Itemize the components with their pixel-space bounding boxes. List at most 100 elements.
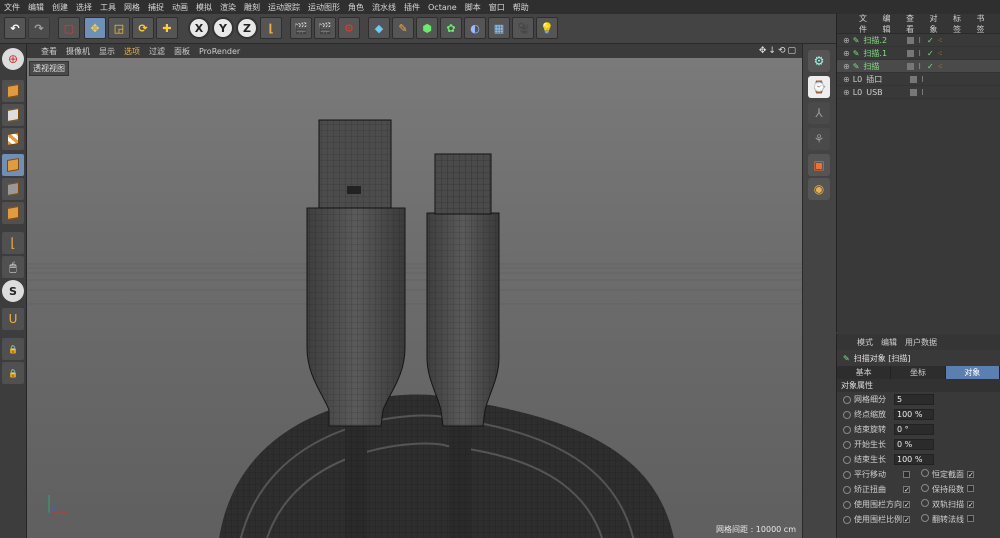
attribute-value-field[interactable]: 0 % bbox=[894, 439, 934, 450]
viewport-menu-item-5[interactable]: 面板 bbox=[174, 46, 190, 57]
polygons-mode-button[interactable] bbox=[2, 202, 24, 224]
subdivision-button[interactable]: ⬢ bbox=[416, 17, 438, 39]
attribute-value-field[interactable]: 0 ° bbox=[894, 424, 934, 435]
menu-item-8[interactable]: 模拟 bbox=[196, 2, 212, 13]
attribute-value-field[interactable]: 100 % bbox=[894, 409, 934, 420]
perspective-viewport[interactable]: 查看 摄像机 显示 选项 过滤 面板 ProRender ✥↓⟲▢ 透视视图 网… bbox=[27, 44, 802, 538]
visibility-toggle[interactable] bbox=[907, 49, 915, 57]
attribute-checkbox[interactable] bbox=[903, 471, 910, 478]
animate-radio[interactable] bbox=[843, 395, 851, 404]
tweak-mode-button[interactable]: 🖱 bbox=[2, 256, 24, 278]
pen-spline-button[interactable]: ✎ bbox=[392, 17, 414, 39]
workplane-button[interactable] bbox=[2, 128, 24, 150]
attribute-checkbox[interactable]: ✓ bbox=[967, 471, 974, 479]
menu-item-6[interactable]: 捕捉 bbox=[148, 2, 164, 13]
attribute-checkbox[interactable]: ✓ bbox=[903, 486, 910, 494]
menu-item-14[interactable]: 流水线 bbox=[372, 2, 396, 13]
z-axis-button[interactable]: Z bbox=[236, 17, 258, 39]
layer-dots-icon[interactable]: ⁝ bbox=[918, 49, 921, 58]
object-tab-1[interactable]: 编辑 bbox=[883, 13, 899, 35]
attribute-checkbox[interactable]: ✓ bbox=[903, 501, 910, 509]
axis-mode-button[interactable]: ⌊ bbox=[2, 232, 24, 254]
expand-icon[interactable]: ⊕ bbox=[843, 62, 850, 71]
3d-scene[interactable] bbox=[27, 58, 802, 538]
enabled-check-icon[interactable]: ✓ bbox=[927, 36, 934, 45]
attribute-value-field[interactable]: 100 % bbox=[894, 454, 934, 465]
menu-item-11[interactable]: 运动跟踪 bbox=[268, 2, 300, 13]
animate-radio[interactable] bbox=[921, 484, 929, 492]
magnet-button[interactable]: U bbox=[2, 308, 24, 330]
object-tab-5[interactable]: 书签 bbox=[977, 13, 993, 35]
move-tool-button[interactable]: ✥ bbox=[84, 17, 106, 39]
object-name[interactable]: 扫描.2 bbox=[863, 35, 899, 46]
object-row[interactable]: ⊕ L0 USB ⁝ bbox=[837, 86, 1000, 99]
tag-icon[interactable]: ⁖ bbox=[938, 36, 943, 45]
layer-dots-icon[interactable]: ⁝ bbox=[918, 36, 921, 45]
expand-icon[interactable]: ⊕ bbox=[843, 88, 850, 97]
visibility-toggle[interactable] bbox=[907, 62, 915, 70]
layer-dots-icon[interactable]: ⁝ bbox=[918, 62, 921, 71]
attribute-tab-0[interactable]: 模式 bbox=[857, 337, 873, 348]
y-axis-button[interactable]: Y bbox=[212, 17, 234, 39]
viewport-nav-controls[interactable]: ✥↓⟲▢ bbox=[759, 46, 798, 56]
expand-icon[interactable]: ⊕ bbox=[843, 75, 850, 84]
animate-radio[interactable] bbox=[843, 440, 851, 449]
snap-button[interactable]: S bbox=[2, 280, 24, 302]
render-region-icon[interactable]: ⚙ bbox=[808, 50, 830, 72]
menu-item-2[interactable]: 创建 bbox=[52, 2, 68, 13]
menu-item-16[interactable]: Octane bbox=[428, 3, 457, 12]
enabled-check-icon[interactable]: ✓ bbox=[927, 62, 934, 71]
live-select-button[interactable]: ✚ bbox=[156, 17, 178, 39]
attribute-value-field[interactable]: 5 bbox=[894, 394, 934, 405]
sculpt-icon[interactable]: ⅄ bbox=[808, 102, 830, 124]
menu-item-3[interactable]: 选择 bbox=[76, 2, 92, 13]
render-picture-viewer-button[interactable]: 🎬 bbox=[314, 17, 336, 39]
object-row[interactable]: ⊕ ✎ 扫描.1 ⁝ ✓ ⁖ bbox=[837, 47, 1000, 60]
model-mode-button[interactable] bbox=[2, 80, 24, 102]
attribute-checkbox[interactable]: ✓ bbox=[967, 501, 974, 509]
visibility-toggle[interactable] bbox=[910, 88, 918, 96]
object-name[interactable]: 扫描 bbox=[863, 61, 899, 72]
animate-radio[interactable] bbox=[843, 455, 851, 464]
menu-item-18[interactable]: 窗口 bbox=[489, 2, 505, 13]
animate-radio[interactable] bbox=[843, 500, 851, 509]
animate-radio[interactable] bbox=[843, 485, 851, 494]
light-button[interactable]: 💡 bbox=[536, 17, 558, 39]
animate-radio[interactable] bbox=[843, 470, 851, 479]
attribute-tab-2[interactable]: 用户数据 bbox=[905, 337, 937, 348]
attribute-checkbox[interactable] bbox=[967, 485, 974, 492]
menu-item-17[interactable]: 脚本 bbox=[465, 2, 481, 13]
texture-mode-button[interactable] bbox=[2, 104, 24, 126]
timeline-icon[interactable]: ⌚ bbox=[808, 76, 830, 98]
viewport-menu-item-3[interactable]: 选项 bbox=[124, 46, 140, 57]
animate-radio[interactable] bbox=[843, 425, 851, 434]
animate-radio[interactable] bbox=[921, 514, 929, 522]
render-settings-button[interactable]: ⚙ bbox=[338, 17, 360, 39]
object-row[interactable]: ⊕ L0 插口 ⁝ bbox=[837, 73, 1000, 86]
cube-object-button[interactable]: ◆ bbox=[368, 17, 390, 39]
visibility-toggle[interactable] bbox=[907, 36, 915, 44]
content-browser-icon[interactable]: ▣ bbox=[808, 154, 830, 176]
visibility-toggle[interactable] bbox=[910, 75, 918, 83]
menu-item-0[interactable]: 文件 bbox=[4, 2, 20, 13]
attribute-checkbox[interactable]: ✓ bbox=[903, 516, 910, 524]
object-tab-3[interactable]: 对象 bbox=[930, 13, 946, 35]
bodypaint-icon[interactable]: ⚘ bbox=[808, 128, 830, 150]
x-axis-button[interactable]: X bbox=[188, 17, 210, 39]
animate-radio[interactable] bbox=[921, 469, 929, 477]
viewport-menu-item-1[interactable]: 摄像机 bbox=[66, 46, 90, 57]
object-tab-2[interactable]: 查看 bbox=[906, 13, 922, 35]
lock-workplane-button[interactable]: 🔒 bbox=[2, 338, 24, 360]
viewport-menu-item-4[interactable]: 过滤 bbox=[149, 46, 165, 57]
attribute-checkbox[interactable] bbox=[967, 515, 974, 522]
menu-item-4[interactable]: 工具 bbox=[100, 2, 116, 13]
scale-tool-button[interactable]: ◲ bbox=[108, 17, 130, 39]
cloner-button[interactable]: ✿ bbox=[440, 17, 462, 39]
expand-icon[interactable]: ⊕ bbox=[843, 49, 850, 58]
object-name[interactable]: USB bbox=[866, 88, 902, 97]
animate-radio[interactable] bbox=[921, 499, 929, 507]
menu-item-19[interactable]: 帮助 bbox=[513, 2, 529, 13]
floor-button[interactable]: ▦ bbox=[488, 17, 510, 39]
viewport-menu-item-6[interactable]: ProRender bbox=[199, 47, 240, 56]
menu-item-7[interactable]: 动画 bbox=[172, 2, 188, 13]
